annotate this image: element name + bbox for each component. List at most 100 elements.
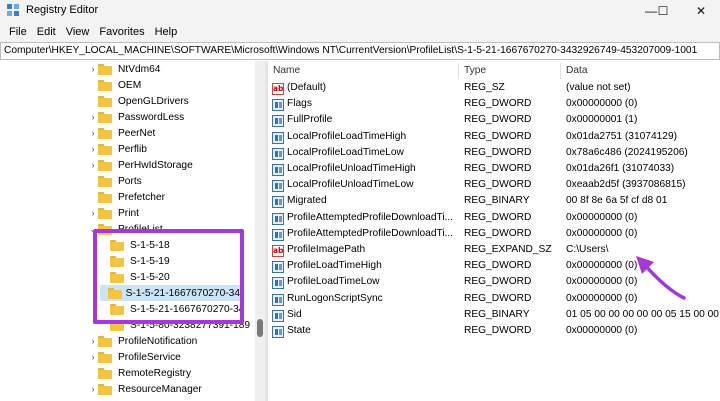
close-button[interactable]: ✕	[678, 0, 720, 22]
value-type: REG_DWORD	[464, 325, 532, 336]
tree-item-label: S-1-5-80-3238277391-189	[130, 319, 251, 331]
value-row[interactable]: Flags REG_DWORD 0x00000000 (0)	[268, 97, 720, 113]
value-row[interactable]: ab (Default) REG_SZ (value not set)	[268, 81, 720, 97]
folder-icon	[98, 175, 112, 187]
value-type: REG_DWORD	[464, 276, 532, 288]
column-header-type[interactable]: Type	[464, 61, 486, 81]
tree-item[interactable]: S-1-5-21-1667670270-34	[100, 301, 244, 317]
value-type: REG_DWORD	[464, 146, 532, 158]
folder-icon	[98, 79, 112, 91]
tree-item[interactable]: › ResourceManager	[88, 381, 202, 397]
value-row[interactable]: FullProfile REG_DWORD 0x00000001 (1)	[268, 113, 720, 129]
folder-icon	[110, 271, 124, 283]
tree-scrollbar[interactable]	[255, 61, 265, 401]
value-row[interactable]: ab ProfileImagePath REG_EXPAND_SZ C:\Users\	[268, 243, 720, 259]
expand-chevron-icon[interactable]: ⌄	[88, 221, 98, 237]
value-data: 0x01da2751 (31074129)	[566, 130, 678, 142]
value-row[interactable]: State REG_DWORD 0x00000000 (0)	[268, 324, 720, 340]
tree-item-label: Print	[118, 207, 139, 219]
value-type: REG_DWORD	[464, 130, 532, 142]
folder-icon	[110, 255, 124, 267]
menu-file[interactable]: File	[4, 26, 32, 38]
tree-item-label: S-1-5-21-1667670270-34	[130, 303, 245, 315]
tree-item[interactable]: S-1-5-80-3238277391-189	[100, 317, 250, 333]
tree-item[interactable]: › Print	[88, 205, 139, 221]
tree-item-label: Perflib	[118, 143, 147, 155]
expand-chevron-icon[interactable]: ›	[88, 349, 98, 365]
tree-item[interactable]: S-1-5-20	[100, 269, 170, 285]
value-row[interactable]: ProfileLoadTimeHigh REG_DWORD 0x00000000 (…	[268, 259, 720, 275]
folder-icon	[98, 159, 112, 171]
tree-item[interactable]: › Perflib	[88, 141, 147, 157]
value-data: 0x00000000 (0)	[566, 260, 638, 272]
menu-view[interactable]: View	[61, 26, 95, 38]
expand-chevron-icon[interactable]: ›	[88, 381, 98, 397]
folder-icon	[110, 319, 124, 331]
value-name: Flags	[287, 98, 312, 110]
value-row[interactable]: ProfileLoadTimeLow REG_DWORD 0x00000000 (0…	[268, 275, 720, 291]
expand-chevron-icon[interactable]: ›	[88, 157, 98, 173]
tree-item[interactable]: RemoteRegistry	[88, 365, 191, 381]
binary-value-icon	[272, 131, 284, 144]
expand-chevron-icon[interactable]: ›	[88, 109, 98, 125]
tree-item[interactable]: › ProfileService	[88, 349, 181, 365]
expand-chevron-icon[interactable]: ›	[88, 205, 98, 221]
tree-item[interactable]: Prefetcher	[88, 189, 165, 205]
tree-item[interactable]: Ports	[88, 173, 142, 189]
expand-chevron-icon[interactable]: ›	[88, 333, 98, 349]
tree-item[interactable]: OEM	[88, 77, 141, 93]
column-divider[interactable]	[560, 63, 561, 79]
value-row[interactable]: Sid REG_BINARY 01 05 00 00 00 00 00 05 15 …	[268, 308, 720, 324]
value-row[interactable]: LocalProfileLoadTimeLow REG_DWORD 0x78a6c4…	[268, 146, 720, 162]
tree-item[interactable]: › PeerNet	[88, 125, 155, 141]
value-name: Sid	[287, 308, 302, 320]
value-row[interactable]: LocalProfileUnloadTimeLow REG_DWORD 0xeaab…	[268, 178, 720, 194]
column-header-name[interactable]: Name	[273, 61, 300, 81]
value-type: REG_BINARY	[464, 308, 530, 320]
tree-scrollbar-thumb[interactable]	[257, 319, 263, 337]
menu-bar: File Edit View Favorites Help	[0, 22, 720, 42]
value-row[interactable]: Migrated REG_BINARY 00 8f 8e 6a 5f cf d8 0…	[268, 194, 720, 210]
tree-item[interactable]: › ProfileNotification	[88, 333, 197, 349]
value-data: 0x00000000 (0)	[566, 98, 638, 110]
menu-edit[interactable]: Edit	[32, 26, 61, 38]
tree-item[interactable]: › PerHwIdStorage	[88, 157, 193, 173]
tree-item[interactable]: OpenGLDrivers	[88, 93, 189, 109]
binary-value-icon	[272, 309, 284, 322]
folder-icon	[98, 191, 112, 203]
value-type: REG_DWORD	[464, 114, 532, 126]
folder-icon	[98, 383, 112, 395]
value-row[interactable]: LocalProfileUnloadTimeHigh REG_DWORD 0x01d…	[268, 162, 720, 178]
value-row[interactable]: ProfileAttemptedProfileDownloadTi... REG_…	[268, 211, 720, 227]
value-data: 0x01da26f1 (31074033)	[566, 163, 675, 174]
tree-item-label: Prefetcher	[118, 191, 165, 203]
tree-item[interactable]: S-1-5-21-1667670270-34	[100, 285, 240, 301]
folder-icon	[110, 303, 124, 315]
tree-item[interactable]: S-1-5-18	[100, 237, 170, 253]
tree-item[interactable]: › PasswordLess	[88, 109, 184, 125]
value-row[interactable]: RunLogonScriptSync REG_DWORD 0x00000000 (0…	[268, 292, 720, 308]
binary-value-icon	[272, 196, 284, 209]
expand-chevron-icon[interactable]: ›	[88, 125, 98, 141]
value-row[interactable]: LocalProfileLoadTimeHigh REG_DWORD 0x01da2…	[268, 130, 720, 146]
tree-item[interactable]: ⌄ ProfileList	[88, 221, 163, 237]
binary-value-icon	[272, 180, 284, 193]
value-type: REG_EXPAND_SZ	[464, 244, 552, 255]
tree-item[interactable]: › NtVdm64	[88, 61, 160, 77]
column-header-data[interactable]: Data	[566, 61, 588, 81]
column-divider[interactable]	[458, 63, 459, 79]
tree-item-label: ProfileList	[118, 223, 163, 235]
tree-item[interactable]: S-1-5-19	[100, 253, 170, 269]
value-row[interactable]: ProfileAttemptedProfileDownloadTi... REG_…	[268, 227, 720, 243]
address-bar[interactable]: Computer\HKEY_LOCAL_MACHINE\SOFTWARE\Mic…	[0, 42, 720, 60]
menu-help[interactable]: Help	[150, 26, 183, 38]
expand-chevron-icon[interactable]: ›	[88, 141, 98, 157]
value-name: ProfileLoadTimeHigh	[287, 260, 382, 272]
menu-favorites[interactable]: Favorites	[94, 26, 149, 38]
expand-chevron-icon[interactable]: ›	[88, 61, 98, 77]
tree-item-label: PeerNet	[118, 127, 156, 139]
tree-item-label: OpenGLDrivers	[118, 95, 189, 107]
